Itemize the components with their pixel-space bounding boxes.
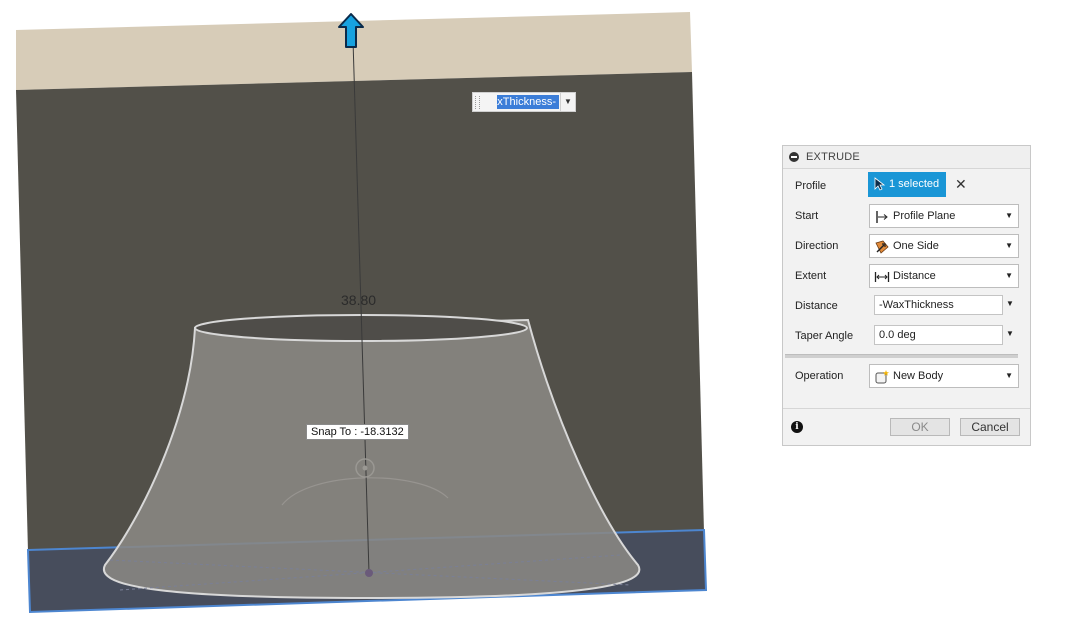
profile-center-point: [365, 569, 373, 577]
cursor-arrow-icon: [874, 177, 886, 191]
taper-angle-handle-dot: [362, 465, 368, 471]
new-body-icon: [875, 370, 889, 384]
row-profile: Profile 1 selected ✕: [783, 172, 1030, 199]
row-distance: Distance -WaxThickness ▼: [783, 293, 1030, 319]
section-divider: [785, 354, 1018, 358]
row-extent: Extent Distance ▼: [783, 263, 1030, 289]
start-dropdown[interactable]: Profile Plane ▼: [869, 204, 1019, 228]
chevron-down-icon: ▼: [1005, 241, 1013, 250]
distance-field[interactable]: -WaxThickness: [874, 295, 1003, 315]
profile-label: Profile: [795, 180, 827, 192]
profile-select-button[interactable]: 1 selected: [868, 172, 946, 197]
viewport-distance-input[interactable]: -WaxThickness ▼: [472, 92, 576, 112]
row-taper-angle: Taper Angle 0.0 deg ▼: [783, 323, 1030, 349]
taper-angle-dropdown-icon[interactable]: ▼: [1006, 329, 1014, 338]
operation-dropdown[interactable]: New Body ▼: [869, 364, 1019, 388]
operation-value: New Body: [893, 370, 944, 382]
profile-plane-icon: [876, 211, 888, 223]
direction-value: One Side: [893, 240, 939, 252]
direction-dropdown[interactable]: One Side ▼: [869, 234, 1019, 258]
extrude-dialog: EXTRUDE Profile 1 selected ✕ Start Profi…: [782, 145, 1031, 446]
clear-selection-icon[interactable]: ✕: [955, 176, 967, 193]
distance-label: Distance: [795, 300, 838, 312]
extent-dropdown[interactable]: Distance ▼: [869, 264, 1019, 288]
distance-value[interactable]: -WaxThickness: [879, 299, 954, 311]
row-start: Start Profile Plane ▼: [783, 203, 1030, 229]
row-operation: Operation New Body ▼: [783, 363, 1030, 389]
taper-angle-label: Taper Angle: [795, 330, 854, 342]
viewport-distance-value[interactable]: -WaxThickness: [497, 95, 559, 109]
start-value: Profile Plane: [893, 210, 956, 222]
extent-value: Distance: [893, 270, 936, 282]
ok-button[interactable]: OK: [890, 418, 950, 436]
row-direction: Direction One Side ▼: [783, 233, 1030, 259]
chevron-down-icon: ▼: [1005, 271, 1013, 280]
one-side-icon: [875, 240, 889, 254]
dialog-title: EXTRUDE: [806, 151, 860, 163]
snap-tooltip: Snap To : -18.3132: [306, 424, 409, 440]
distance-dropdown-icon[interactable]: ▼: [1006, 299, 1014, 308]
distance-icon: [874, 272, 890, 282]
3d-viewport[interactable]: 38.80 Snap To : -18.3132 -WaxThickness ▼: [0, 0, 720, 633]
drag-grip-icon[interactable]: [475, 96, 480, 109]
direction-label: Direction: [795, 240, 839, 252]
dropdown-caret-icon[interactable]: ▼: [560, 93, 575, 111]
taper-angle-value[interactable]: 0.0 deg: [879, 329, 916, 341]
info-icon[interactable]: i: [791, 421, 803, 433]
dialog-header[interactable]: EXTRUDE: [783, 146, 1030, 169]
collapse-icon[interactable]: [789, 152, 799, 162]
taper-angle-field[interactable]: 0.0 deg: [874, 325, 1003, 345]
profile-value: 1 selected: [889, 178, 940, 190]
start-label: Start: [795, 210, 819, 222]
chevron-down-icon: ▼: [1005, 371, 1013, 380]
dimension-label: 38.80: [341, 292, 377, 308]
cancel-button[interactable]: Cancel: [960, 418, 1020, 436]
extent-label: Extent: [795, 270, 827, 282]
operation-label: Operation: [795, 370, 844, 382]
chevron-down-icon: ▼: [1005, 211, 1013, 220]
dialog-footer: i OK Cancel: [783, 408, 1030, 445]
